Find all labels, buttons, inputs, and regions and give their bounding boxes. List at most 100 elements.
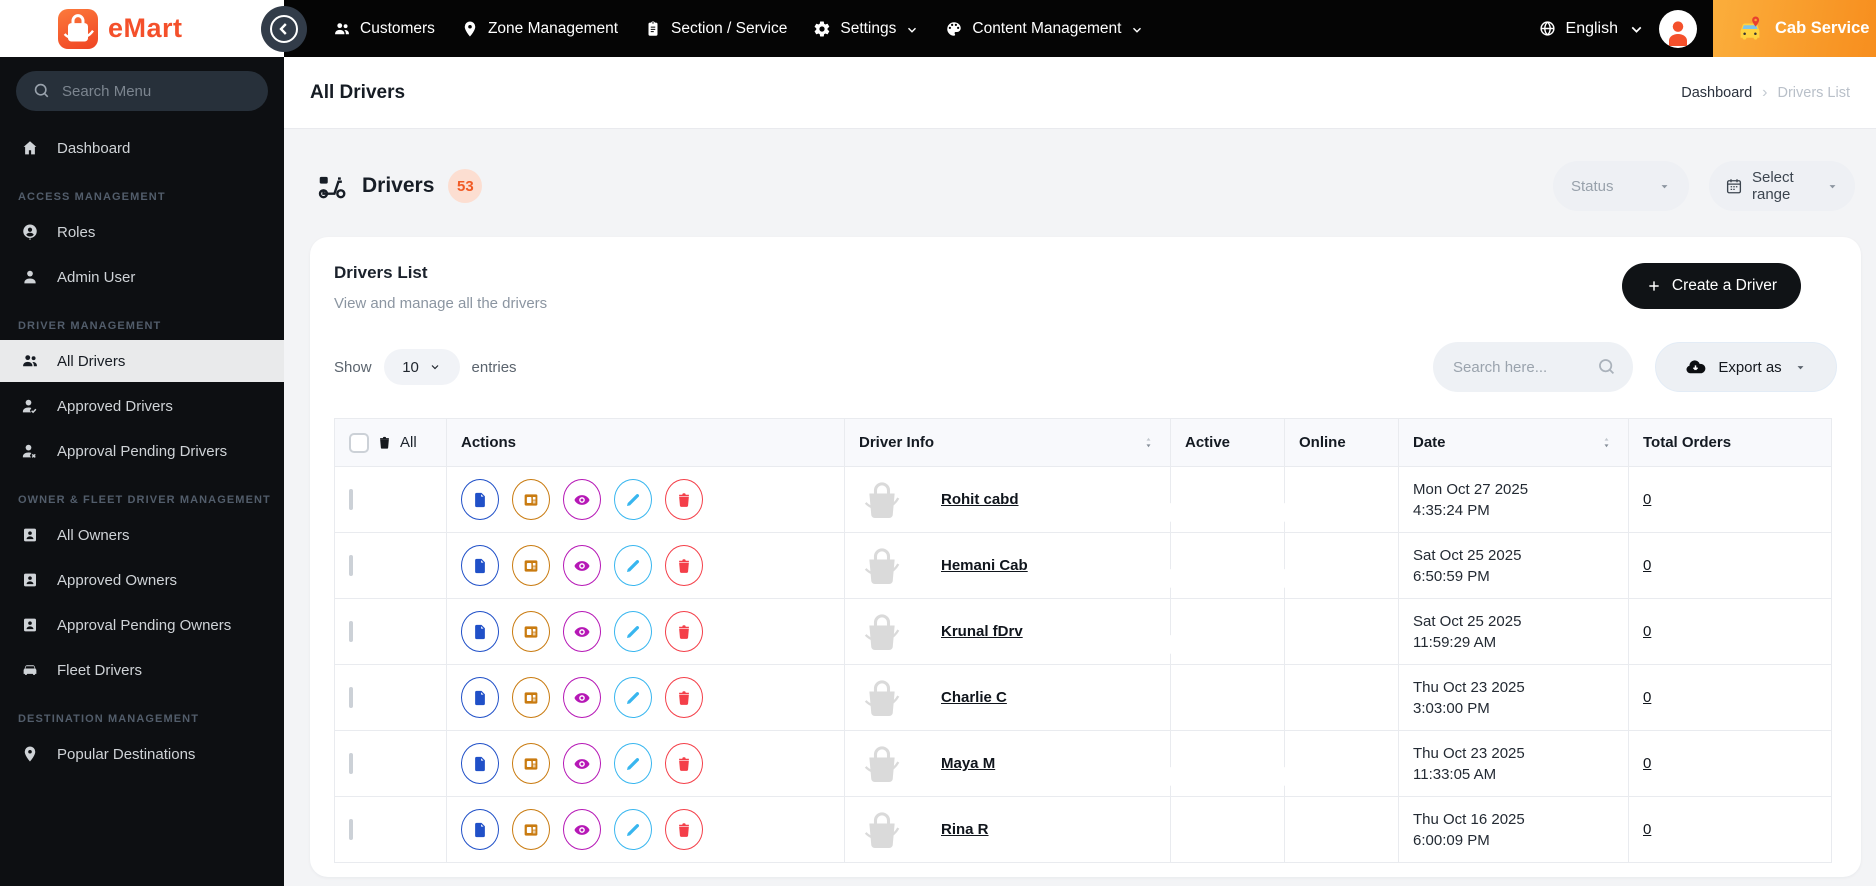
copy-file-button[interactable] (461, 479, 499, 520)
user-avatar[interactable] (1659, 9, 1697, 48)
row-checkbox[interactable] (349, 621, 353, 642)
nav-item-section-service[interactable]: Section / Service (644, 20, 787, 38)
sidebar-item-approval-pending-drivers[interactable]: Approval Pending Drivers (0, 430, 284, 472)
id-card-button[interactable] (512, 743, 550, 784)
row-checkbox[interactable] (349, 687, 353, 708)
date-cell: Mon Oct 27 2025 4:35:24 PM (1398, 466, 1629, 533)
total-orders-link[interactable]: 0 (1643, 557, 1651, 574)
copy-file-button[interactable] (461, 743, 499, 784)
badge-icon (20, 616, 40, 634)
driver-name-link[interactable]: Charlie C (941, 689, 1007, 706)
sort-icon[interactable] (1141, 435, 1156, 450)
sidebar-item-popular-destinations[interactable]: Popular Destinations (0, 733, 284, 775)
drivers-list-card: Drivers List View and manage all the dri… (310, 237, 1861, 877)
id-card-button[interactable] (512, 677, 550, 718)
range-label: Select range (1752, 169, 1794, 203)
edit-button[interactable] (614, 743, 652, 784)
row-checkbox[interactable] (349, 489, 353, 510)
driver-name-link[interactable]: Hemani Cab (941, 557, 1028, 574)
brand-logo[interactable]: eMart (0, 0, 284, 57)
id-card-button[interactable] (512, 809, 550, 850)
page-header: All Drivers Dashboard › Drivers List (284, 57, 1876, 129)
sidebar-item-dashboard[interactable]: Dashboard (0, 127, 284, 169)
driver-name-link[interactable]: Krunal fDrv (941, 623, 1023, 640)
language-label: English (1565, 19, 1618, 37)
delete-button[interactable] (665, 677, 703, 718)
edit-button[interactable] (614, 479, 652, 520)
total-orders-link[interactable]: 0 (1643, 755, 1651, 772)
nav-item-content-management[interactable]: Content Management (945, 20, 1144, 38)
sidebar-item-admin-user[interactable]: Admin User (0, 256, 284, 298)
search-icon (32, 81, 51, 100)
copy-file-button[interactable] (461, 809, 499, 850)
home-icon (20, 139, 40, 157)
driver-name-link[interactable]: Maya M (941, 755, 995, 772)
search-icon (1596, 356, 1617, 377)
total-orders-link[interactable]: 0 (1643, 821, 1651, 838)
export-as-button[interactable]: Export as (1655, 342, 1837, 392)
view-button[interactable] (563, 479, 601, 520)
status-filter-select[interactable]: Status (1553, 161, 1689, 211)
language-selector[interactable]: English (1539, 19, 1645, 38)
module-label: Cab Service (1775, 19, 1870, 37)
sidebar-item-approval-pending-owners[interactable]: Approval Pending Owners (0, 604, 284, 646)
delete-button[interactable] (665, 743, 703, 784)
nav-item-customers[interactable]: Customers (333, 20, 435, 38)
breadcrumb-dashboard[interactable]: Dashboard (1681, 85, 1752, 101)
breadcrumb-current: Drivers List (1777, 84, 1850, 101)
row-checkbox[interactable] (349, 819, 353, 840)
view-button[interactable] (563, 545, 601, 586)
nav-item-zone-management[interactable]: Zone Management (461, 20, 618, 38)
total-orders-link[interactable]: 0 (1643, 623, 1651, 640)
id-card-button[interactable] (512, 545, 550, 586)
taxi-icon (1735, 14, 1765, 44)
globe-icon (1539, 20, 1556, 37)
row-checkbox[interactable] (349, 555, 353, 576)
sidebar-search-input[interactable] (16, 71, 268, 111)
delete-button[interactable] (665, 479, 703, 520)
bulk-delete-icon[interactable] (377, 435, 392, 450)
copy-file-button[interactable] (461, 545, 499, 586)
col-actions: Actions (446, 418, 845, 467)
car-icon (20, 661, 40, 679)
nav-item-settings[interactable]: Settings (813, 20, 919, 38)
id-card-button[interactable] (512, 611, 550, 652)
clipboard-icon (644, 20, 662, 38)
sidebar-item-roles[interactable]: Roles (0, 211, 284, 253)
view-button[interactable] (563, 611, 601, 652)
copy-file-button[interactable] (461, 611, 499, 652)
col-driver-info[interactable]: Driver Info (844, 418, 1171, 467)
scooter-icon (316, 170, 348, 202)
sidebar-item-approved-owners[interactable]: Approved Owners (0, 559, 284, 601)
edit-button[interactable] (614, 677, 652, 718)
view-button[interactable] (563, 743, 601, 784)
sidebar-item-approved-drivers[interactable]: Approved Drivers (0, 385, 284, 427)
sidebar-collapse-button[interactable] (261, 5, 307, 52)
total-orders-link[interactable]: 0 (1643, 491, 1651, 508)
delete-button[interactable] (665, 611, 703, 652)
edit-button[interactable] (614, 545, 652, 586)
view-button[interactable] (563, 809, 601, 850)
driver-name-link[interactable]: Rohit cabd (941, 491, 1019, 508)
create-driver-button[interactable]: Create a Driver (1621, 263, 1801, 309)
copy-file-button[interactable] (461, 677, 499, 718)
sidebar-item-fleet-drivers[interactable]: Fleet Drivers (0, 649, 284, 691)
sort-icon[interactable] (1599, 435, 1614, 450)
view-button[interactable] (563, 677, 601, 718)
id-card-button[interactable] (512, 479, 550, 520)
edit-button[interactable] (614, 611, 652, 652)
col-date[interactable]: Date (1398, 418, 1629, 467)
date-cell: Thu Oct 23 2025 3:03:00 PM (1398, 664, 1629, 731)
sidebar-item-all-owners[interactable]: All Owners (0, 514, 284, 556)
sidebar-item-all-drivers[interactable]: All Drivers (0, 340, 284, 382)
driver-name-link[interactable]: Rina R (941, 821, 989, 838)
cab-service-module[interactable]: Cab Service (1713, 0, 1876, 57)
edit-button[interactable] (614, 809, 652, 850)
delete-button[interactable] (665, 545, 703, 586)
select-all-checkbox[interactable] (349, 432, 369, 453)
delete-button[interactable] (665, 809, 703, 850)
entries-per-page-select[interactable]: 10 (383, 349, 460, 385)
date-range-button[interactable]: Select range (1709, 161, 1855, 211)
total-orders-link[interactable]: 0 (1643, 689, 1651, 706)
row-checkbox[interactable] (349, 753, 353, 774)
